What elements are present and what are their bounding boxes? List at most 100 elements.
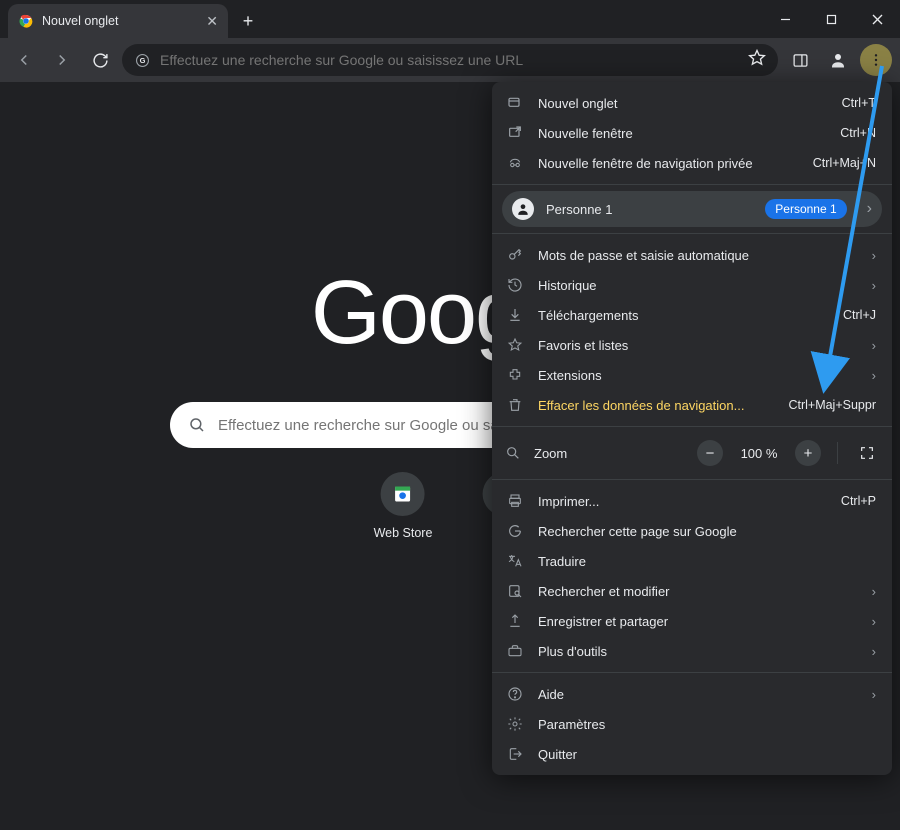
window-controls xyxy=(762,0,900,38)
menu-separator xyxy=(492,426,892,427)
menu-separator xyxy=(492,184,892,185)
extensions-icon xyxy=(506,367,524,383)
chrome-menu-button[interactable] xyxy=(860,44,892,76)
menu-shortcut: Ctrl+P xyxy=(841,494,876,508)
menu-item-help[interactable]: Aide › xyxy=(492,679,892,709)
download-icon xyxy=(506,307,524,323)
menu-zoom-row: Zoom − 100 % + xyxy=(492,433,892,473)
profile-name: Personne 1 xyxy=(546,202,753,217)
menu-label: Paramètres xyxy=(538,717,876,732)
fullscreen-button[interactable] xyxy=(854,440,880,466)
omnibox-input[interactable] xyxy=(160,52,738,68)
menu-label: Rechercher et modifier xyxy=(538,584,858,599)
menu-label: Nouvelle fenêtre xyxy=(538,126,826,141)
menu-item-exit[interactable]: Quitter xyxy=(492,739,892,769)
tab-title: Nouvel onglet xyxy=(42,14,198,28)
shortcut-label: Web Store xyxy=(374,526,433,540)
menu-shortcut: Ctrl+Maj+Suppr xyxy=(788,398,876,412)
menu-label: Favoris et listes xyxy=(538,338,858,353)
menu-separator xyxy=(492,479,892,480)
minimize-button[interactable] xyxy=(762,0,808,38)
history-icon xyxy=(506,277,524,293)
menu-label: Quitter xyxy=(538,747,876,762)
zoom-icon xyxy=(504,445,522,461)
menu-profile-row[interactable]: Personne 1 Personne 1 › xyxy=(502,191,882,227)
back-button[interactable] xyxy=(8,44,40,76)
chevron-right-icon: › xyxy=(872,248,876,263)
chrome-menu: Nouvel onglet Ctrl+T Nouvelle fenêtre Ct… xyxy=(492,82,892,775)
bookmark-star-icon[interactable] xyxy=(748,49,766,72)
menu-item-save-share[interactable]: Enregistrer et partager › xyxy=(492,606,892,636)
menu-item-translate[interactable]: Traduire xyxy=(492,546,892,576)
menu-label: Enregistrer et partager xyxy=(538,614,858,629)
menu-label: Plus d'outils xyxy=(538,644,858,659)
search-provider-icon: G xyxy=(134,52,150,68)
chevron-right-icon: › xyxy=(872,584,876,599)
menu-shortcut: Ctrl+Maj+N xyxy=(813,156,876,170)
chevron-right-icon: › xyxy=(872,644,876,659)
menu-item-new-tab[interactable]: Nouvel onglet Ctrl+T xyxy=(492,88,892,118)
new-tab-icon xyxy=(506,95,524,111)
share-icon xyxy=(506,613,524,629)
help-icon xyxy=(506,686,524,702)
star-icon xyxy=(506,337,524,353)
toolbox-icon xyxy=(506,643,524,659)
chevron-right-icon: › xyxy=(872,278,876,293)
chevron-right-icon: › xyxy=(872,338,876,353)
chevron-right-icon: › xyxy=(867,200,872,218)
menu-item-search-page[interactable]: Rechercher cette page sur Google xyxy=(492,516,892,546)
menu-item-downloads[interactable]: Téléchargements Ctrl+J xyxy=(492,300,892,330)
menu-item-new-incognito[interactable]: Nouvelle fenêtre de navigation privée Ct… xyxy=(492,148,892,178)
menu-label: Imprimer... xyxy=(538,494,827,509)
chevron-right-icon: › xyxy=(872,368,876,383)
web-store-tile-icon xyxy=(381,472,425,516)
menu-label: Effacer les données de navigation... xyxy=(538,398,774,413)
gear-icon xyxy=(506,716,524,732)
browser-tab[interactable]: Nouvel onglet ✕ xyxy=(8,4,228,38)
menu-label: Téléchargements xyxy=(538,308,829,323)
google-g-icon xyxy=(506,523,524,539)
zoom-out-button[interactable]: − xyxy=(697,440,723,466)
menu-item-new-window[interactable]: Nouvelle fenêtre Ctrl+N xyxy=(492,118,892,148)
forward-button[interactable] xyxy=(46,44,78,76)
browser-toolbar: G xyxy=(0,38,900,82)
key-icon xyxy=(506,247,524,263)
menu-label: Nouvel onglet xyxy=(538,96,828,111)
zoom-separator xyxy=(837,442,838,464)
omnibox[interactable]: G xyxy=(122,44,778,76)
menu-label: Historique xyxy=(538,278,858,293)
translate-icon xyxy=(506,553,524,569)
maximize-button[interactable] xyxy=(808,0,854,38)
exit-icon xyxy=(506,746,524,762)
menu-shortcut: Ctrl+T xyxy=(842,96,876,110)
menu-item-settings[interactable]: Paramètres xyxy=(492,709,892,739)
menu-label: Nouvelle fenêtre de navigation privée xyxy=(538,156,799,171)
menu-item-passwords[interactable]: Mots de passe et saisie automatique › xyxy=(492,240,892,270)
print-icon xyxy=(506,493,524,509)
menu-item-clear-browsing-data[interactable]: Effacer les données de navigation... Ctr… xyxy=(492,390,892,420)
search-icon xyxy=(188,416,206,434)
menu-label: Aide xyxy=(538,687,858,702)
close-button[interactable] xyxy=(854,0,900,38)
tab-close-icon[interactable]: ✕ xyxy=(206,13,218,30)
menu-item-history[interactable]: Historique › xyxy=(492,270,892,300)
chrome-favicon xyxy=(18,13,34,29)
profile-avatar-icon[interactable] xyxy=(822,44,854,76)
menu-item-more-tools[interactable]: Plus d'outils › xyxy=(492,636,892,666)
zoom-in-button[interactable]: + xyxy=(795,440,821,466)
reload-button[interactable] xyxy=(84,44,116,76)
menu-item-bookmarks[interactable]: Favoris et listes › xyxy=(492,330,892,360)
menu-item-print[interactable]: Imprimer... Ctrl+P xyxy=(492,486,892,516)
profile-badge: Personne 1 xyxy=(765,199,846,219)
menu-label: Traduire xyxy=(538,554,876,569)
trash-icon xyxy=(506,397,524,413)
window-titlebar: Nouvel onglet ✕ + xyxy=(0,0,900,38)
menu-separator xyxy=(492,672,892,673)
side-panel-icon[interactable] xyxy=(784,44,816,76)
zoom-value: 100 % xyxy=(735,446,783,461)
menu-item-find-edit[interactable]: Rechercher et modifier › xyxy=(492,576,892,606)
menu-item-extensions[interactable]: Extensions › xyxy=(492,360,892,390)
new-tab-button[interactable]: + xyxy=(234,7,262,35)
svg-text:G: G xyxy=(139,56,145,65)
shortcut-web-store[interactable]: Web Store xyxy=(374,472,433,540)
